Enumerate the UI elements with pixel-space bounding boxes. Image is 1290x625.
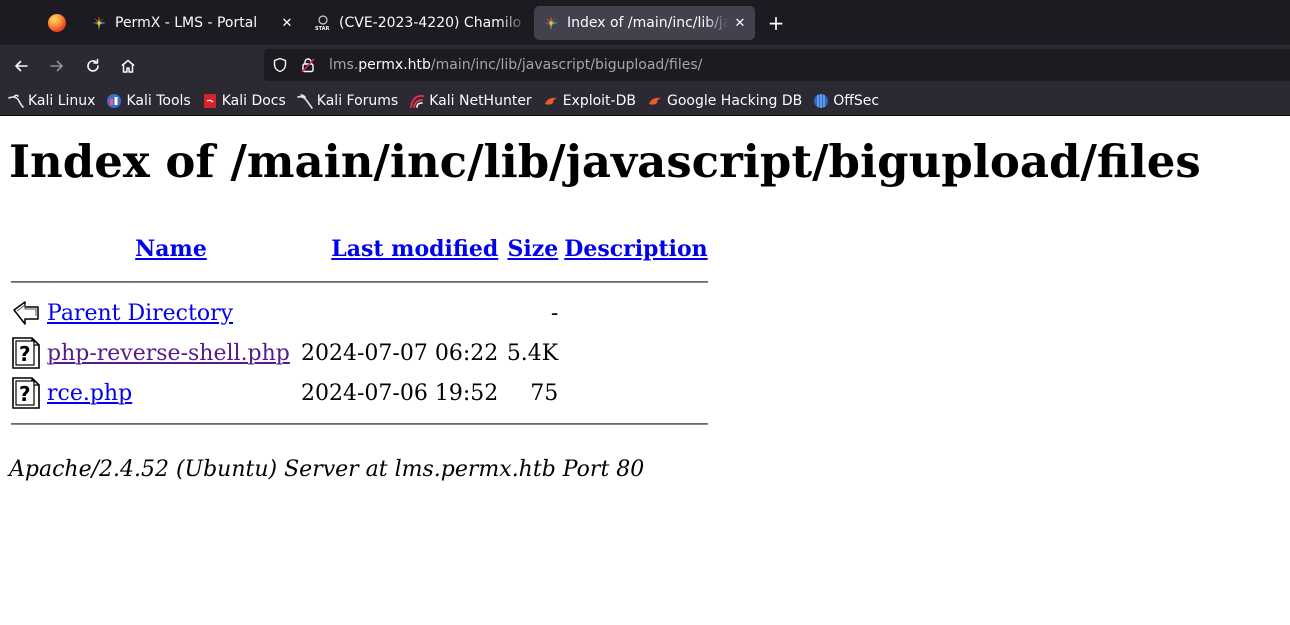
file-link-php-reverse-shell[interactable]: php-reverse-shell.php (47, 341, 290, 366)
svg-text:?: ? (19, 342, 31, 366)
bookmark-kali-linux[interactable]: Kali Linux (8, 93, 95, 109)
sort-by-description-link[interactable]: Description (564, 236, 707, 262)
table-row: Parent Directory - (8, 293, 711, 333)
ghdb-icon (647, 93, 663, 109)
new-tab-button[interactable]: + (763, 10, 789, 36)
table-row: ? php-reverse-shell.php 2024-07-07 06:22… (8, 333, 711, 373)
description-cell (561, 293, 710, 333)
firefox-menu-button[interactable] (40, 6, 74, 40)
forward-arrow-icon (50, 60, 63, 72)
size-cell: - (550, 300, 559, 326)
navigation-toolbar: lms.permx.htb/main/inc/lib/javascript/bi… (0, 45, 1290, 86)
size-cell: 5.4K (506, 340, 559, 366)
horizontal-rule (11, 423, 708, 425)
size-cell: 75 (530, 380, 559, 406)
bookmark-google-hacking-db[interactable]: Google Hacking DB (647, 93, 802, 109)
sort-by-last-modified-link[interactable]: Last modified (331, 236, 498, 262)
sort-by-size-link[interactable]: Size (508, 236, 559, 262)
bookmark-kali-tools[interactable]: Kali Tools (106, 93, 191, 109)
table-row: ? rce.php 2024-07-06 19:52 75 (8, 373, 711, 413)
home-button[interactable] (114, 52, 142, 80)
kali-docs-icon (202, 93, 218, 109)
unknown-file-icon: ? (12, 377, 40, 409)
tab-title: (CVE-2023-4220) Chamilo (339, 15, 522, 31)
parent-directory-link[interactable]: Parent Directory (47, 301, 233, 326)
starr-icon: STAR (315, 15, 331, 31)
page-title: Index of /main/inc/lib/javascript/bigupl… (9, 135, 1201, 188)
modified-cell: 2024-07-07 06:22 (301, 340, 499, 366)
chamilo-icon (543, 15, 559, 31)
back-arrow-icon (15, 60, 28, 72)
sort-by-name-link[interactable]: Name (135, 236, 207, 262)
bookmarks-toolbar: Kali Linux Kali Tools Kali Docs Kali For… (0, 86, 1290, 116)
divider-row (8, 271, 711, 293)
bookmark-offsec[interactable]: OffSec (813, 93, 879, 109)
tab-bar: PermX - LMS - Portal ✕ STAR (CVE-2023-42… (0, 0, 1290, 45)
tracking-protection-shield-icon[interactable] (270, 57, 290, 73)
last-modified-column-header: Last modified (298, 227, 501, 271)
url-text[interactable]: lms.permx.htb/main/inc/lib/javascript/bi… (329, 57, 702, 73)
description-cell (561, 373, 710, 413)
insecure-lock-icon[interactable] (298, 57, 318, 73)
tab-index-files[interactable]: Index of /main/inc/lib/javascript/bigupl… (534, 6, 755, 40)
address-bar[interactable]: lms.permx.htb/main/inc/lib/javascript/bi… (264, 49, 1290, 81)
svg-text:?: ? (19, 382, 31, 406)
size-column-header: Size (501, 227, 561, 271)
back-button[interactable] (7, 52, 35, 80)
back-folder-icon (13, 301, 39, 325)
tab-title: Index of /main/inc/lib/javascript/bigupl… (567, 15, 729, 31)
bookmark-kali-docs[interactable]: Kali Docs (202, 93, 286, 109)
icon-column-header (8, 227, 44, 271)
exploit-db-icon (543, 93, 559, 109)
directory-listing-table: Name Last modified Size Description Pare… (8, 227, 711, 435)
close-tab-icon[interactable]: ✕ (276, 12, 298, 34)
bookmark-kali-forums[interactable]: Kali Forums (296, 93, 398, 109)
reload-icon (87, 58, 99, 72)
unknown-file-icon: ? (12, 337, 40, 369)
table-header-row: Name Last modified Size Description (8, 227, 711, 271)
kali-tools-icon (106, 93, 122, 109)
kali-dragon-icon (8, 93, 24, 109)
kali-forums-icon (296, 93, 313, 109)
svg-text:STAR: STAR (315, 26, 329, 31)
kali-nethunter-icon (409, 93, 425, 109)
close-tab-icon[interactable]: ✕ (729, 12, 751, 34)
divider-row (8, 413, 711, 435)
forward-button[interactable] (43, 52, 71, 80)
server-signature: Apache/2.4.52 (Ubuntu) Server at lms.per… (9, 457, 645, 482)
firefox-icon (48, 14, 66, 32)
file-link-rce[interactable]: rce.php (47, 381, 132, 406)
page-content: Index of /main/inc/lib/javascript/bigupl… (0, 117, 1290, 625)
description-column-header: Description (561, 227, 710, 271)
horizontal-rule (11, 281, 708, 283)
tab-title: PermX - LMS - Portal (115, 15, 258, 31)
home-icon (121, 59, 135, 73)
offsec-icon (813, 93, 829, 109)
tab-cve-chamilo[interactable]: STAR (CVE-2023-4220) Chamilo (306, 6, 528, 40)
description-cell (561, 333, 710, 373)
bookmark-exploit-db[interactable]: Exploit-DB (543, 93, 636, 109)
name-column-header: Name (44, 227, 298, 271)
modified-cell (298, 293, 501, 333)
bookmark-kali-nethunter[interactable]: Kali NetHunter (409, 93, 532, 109)
modified-cell: 2024-07-06 19:52 (301, 380, 499, 406)
chamilo-icon (91, 15, 107, 31)
reload-button[interactable] (79, 52, 107, 80)
tab-permx-portal[interactable]: PermX - LMS - Portal ✕ (82, 6, 302, 40)
